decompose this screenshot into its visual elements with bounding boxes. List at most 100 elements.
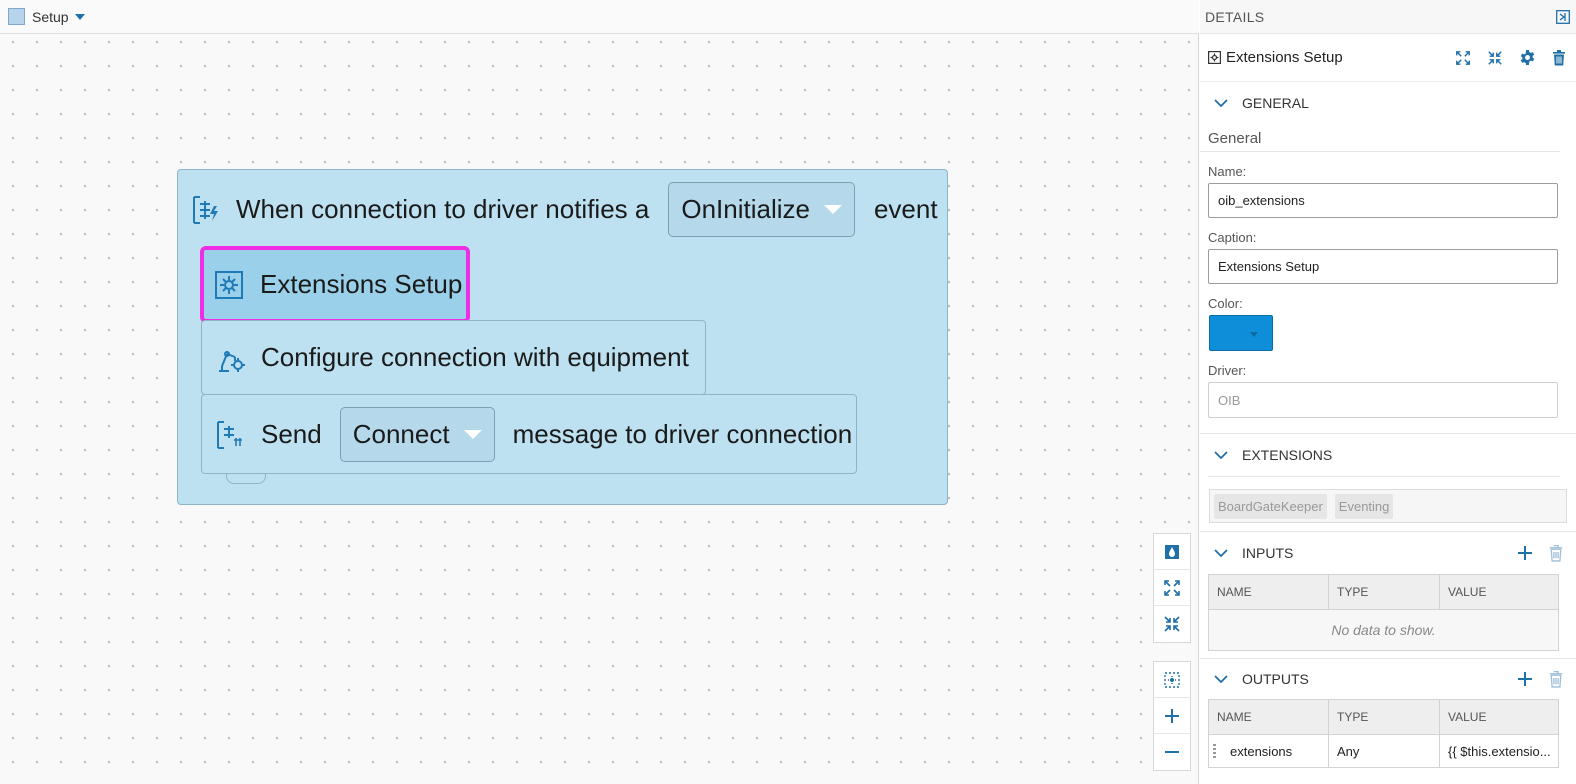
workflow-canvas-panel: Setup When connection to driver notifies… bbox=[0, 0, 1199, 784]
setup-page-selector[interactable]: Setup bbox=[32, 9, 69, 25]
event-trigger-icon bbox=[193, 195, 218, 224]
driver-field[interactable]: OIB bbox=[1208, 382, 1558, 418]
column-header-type[interactable]: TYPE bbox=[1329, 700, 1440, 734]
output-name-cell[interactable]: extensions bbox=[1209, 735, 1329, 767]
event-dropdown-value: OnInitialize bbox=[681, 194, 810, 224]
general-section-header[interactable]: GENERAL bbox=[1200, 82, 1576, 124]
extensions-setup-block[interactable]: Extensions Setup bbox=[200, 246, 470, 323]
app-root: Setup When connection to driver notifies… bbox=[0, 0, 1576, 784]
delete-button[interactable] bbox=[1550, 49, 1568, 67]
message-dropdown[interactable]: Connect bbox=[339, 407, 495, 462]
event-dropdown[interactable]: OnInitialize bbox=[668, 182, 855, 237]
drag-handle-icon[interactable] bbox=[1213, 744, 1216, 758]
block-connector-notch bbox=[226, 474, 266, 484]
output-type[interactable]: Any bbox=[1329, 735, 1440, 767]
collapse-icon bbox=[1164, 616, 1180, 632]
send-message-block[interactable]: Send Connect message to driver connectio… bbox=[201, 394, 857, 474]
output-name: extensions bbox=[1230, 743, 1293, 759]
chevron-down-icon bbox=[1250, 332, 1258, 337]
send-message-icon bbox=[217, 420, 242, 449]
setup-color-swatch-icon bbox=[8, 8, 25, 25]
maximize-button[interactable] bbox=[1454, 49, 1472, 67]
chevron-down-icon bbox=[1214, 675, 1228, 684]
chevron-down-icon bbox=[1214, 451, 1228, 460]
extensions-section-label: EXTENSIONS bbox=[1242, 447, 1333, 463]
collapse-panel-icon[interactable] bbox=[1556, 9, 1570, 24]
fit-icon bbox=[1164, 671, 1180, 688]
inputs-section-label: INPUTS bbox=[1242, 545, 1294, 561]
canvas-toolbar: Setup bbox=[0, 0, 1199, 34]
expand-all-button[interactable] bbox=[1154, 570, 1190, 606]
chevron-down-icon bbox=[1214, 99, 1228, 108]
canvas-view-controls bbox=[1153, 533, 1191, 643]
collapse-all-button[interactable] bbox=[1154, 606, 1190, 642]
inputs-empty-message: No data to show. bbox=[1209, 610, 1558, 650]
configure-connection-block[interactable]: Configure connection with equipment bbox=[201, 320, 706, 395]
color-label: Color: bbox=[1208, 296, 1243, 311]
zoom-in-icon bbox=[1165, 708, 1179, 723]
configure-connection-label: Configure connection with equipment bbox=[261, 342, 689, 372]
extensions-setup-label: Extensions Setup bbox=[260, 269, 463, 299]
column-header-name[interactable]: NAME bbox=[1209, 700, 1329, 734]
trash-icon bbox=[1553, 50, 1565, 66]
name-label: Name: bbox=[1208, 164, 1247, 179]
inputs-section-header[interactable]: INPUTS bbox=[1200, 532, 1576, 574]
robot-arm-gear-icon bbox=[219, 350, 245, 372]
event-block-suffix: event bbox=[873, 194, 938, 224]
message-dropdown-value: Connect bbox=[352, 419, 450, 449]
outputs-section-header[interactable]: OUTPUTS bbox=[1200, 659, 1576, 699]
general-subheading: General bbox=[1200, 124, 1560, 152]
output-value[interactable]: {{ $this.extensio... bbox=[1440, 735, 1558, 767]
plus-icon[interactable] bbox=[1516, 544, 1534, 562]
settings-button[interactable] bbox=[1518, 49, 1536, 67]
gear-icon bbox=[215, 270, 243, 299]
outputs-section-label: OUTPUTS bbox=[1242, 671, 1309, 687]
dropdown-triangle-icon bbox=[463, 430, 482, 439]
gear-icon bbox=[1520, 49, 1534, 66]
chevron-down-icon bbox=[1214, 549, 1228, 558]
gear-icon bbox=[1208, 51, 1221, 64]
details-header: DETAILS bbox=[1200, 0, 1576, 34]
dropdown-triangle-icon bbox=[823, 205, 842, 214]
trash-icon[interactable] bbox=[1548, 670, 1564, 688]
trash-icon[interactable] bbox=[1548, 544, 1564, 562]
canvas-zoom-controls bbox=[1153, 661, 1191, 771]
object-title: Extensions Setup bbox=[1226, 49, 1343, 66]
details-title: DETAILS bbox=[1205, 8, 1265, 25]
general-section-label: GENERAL bbox=[1242, 95, 1309, 111]
zoom-out-icon bbox=[1165, 751, 1179, 753]
event-block-prefix: When connection to driver notifies a bbox=[236, 194, 650, 224]
table-row[interactable]: extensions Any {{ $this.extensio... bbox=[1209, 735, 1558, 767]
column-header-value[interactable]: VALUE bbox=[1440, 575, 1558, 609]
send-block-suffix: message to driver connection bbox=[512, 419, 853, 449]
inputs-table-header: NAME TYPE VALUE bbox=[1209, 575, 1558, 610]
inputs-table: NAME TYPE VALUE No data to show. bbox=[1208, 574, 1559, 651]
chevron-down-icon[interactable] bbox=[74, 14, 85, 20]
outputs-table-header: NAME TYPE VALUE bbox=[1209, 700, 1558, 735]
outputs-table: NAME TYPE VALUE extensions Any {{ $this.… bbox=[1208, 699, 1559, 768]
name-field[interactable]: oib_extensions bbox=[1208, 183, 1558, 218]
fit-to-screen-button[interactable] bbox=[1154, 662, 1190, 698]
zoom-in-button[interactable] bbox=[1154, 698, 1190, 734]
object-header: Extensions Setup bbox=[1200, 34, 1576, 82]
color-picker-button[interactable] bbox=[1209, 315, 1273, 351]
driver-label: Driver: bbox=[1208, 363, 1247, 378]
extension-chip[interactable]: Eventing bbox=[1334, 493, 1394, 519]
caption-field[interactable]: Extensions Setup bbox=[1208, 249, 1558, 284]
send-block-prefix: Send bbox=[261, 419, 322, 449]
expand-icon bbox=[1456, 50, 1470, 65]
caption-label: Caption: bbox=[1208, 230, 1257, 245]
color-drop-icon bbox=[1165, 544, 1179, 559]
zoom-out-button[interactable] bbox=[1154, 734, 1190, 770]
plus-icon[interactable] bbox=[1516, 670, 1534, 688]
details-panel: DETAILS Extensions Setup GENERAL General… bbox=[1200, 0, 1576, 784]
extensions-section-header[interactable]: EXTENSIONS bbox=[1200, 434, 1576, 476]
extensions-list: BoardGateKeeper Eventing bbox=[1209, 489, 1567, 523]
expand-icon bbox=[1164, 579, 1180, 596]
column-header-type[interactable]: TYPE bbox=[1329, 575, 1440, 609]
column-header-value[interactable]: VALUE bbox=[1440, 700, 1558, 734]
color-drop-button[interactable] bbox=[1154, 534, 1190, 570]
extension-chip[interactable]: BoardGateKeeper bbox=[1214, 493, 1327, 519]
column-header-name[interactable]: NAME bbox=[1209, 575, 1329, 609]
minimize-button[interactable] bbox=[1486, 49, 1504, 67]
